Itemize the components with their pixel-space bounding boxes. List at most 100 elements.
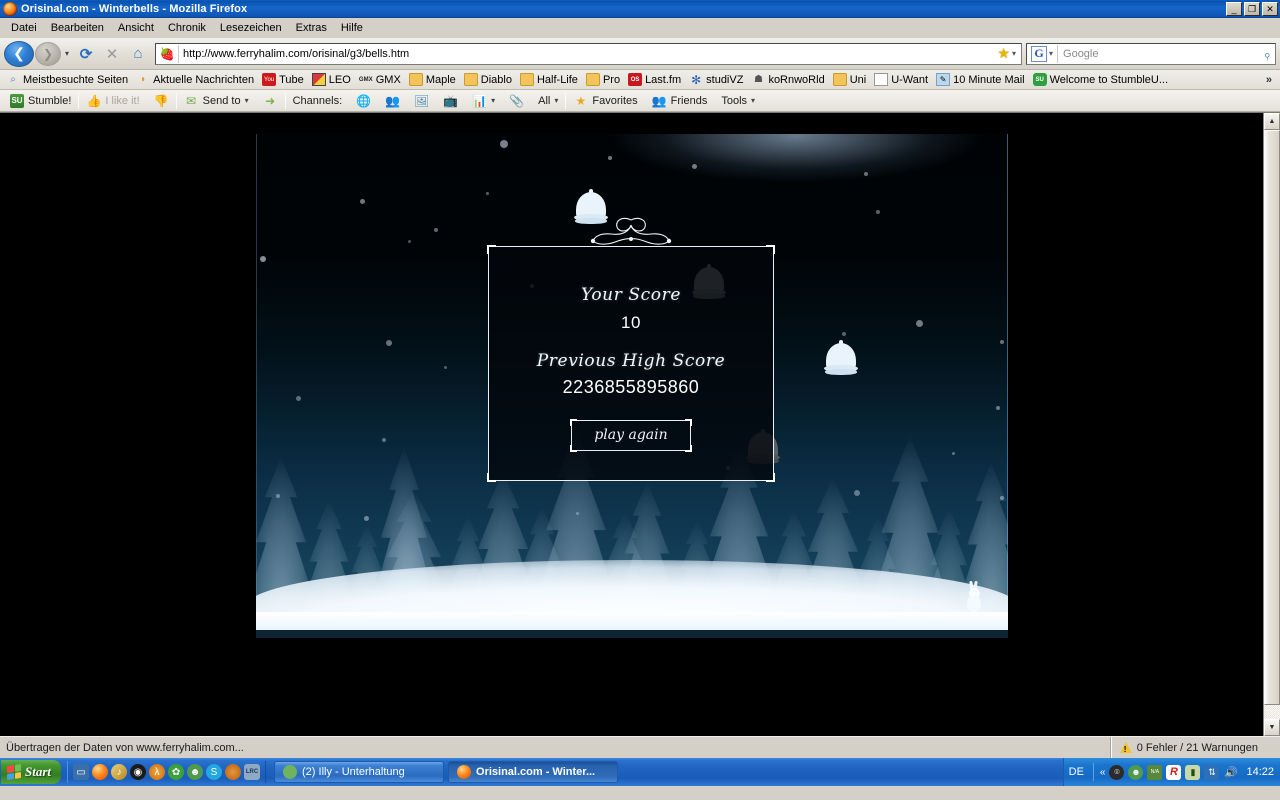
home-icon[interactable]: ⌂ <box>125 41 151 67</box>
network-na-icon[interactable]: N/A <box>1147 765 1162 780</box>
menu-item-hilfe[interactable]: Hilfe <box>334 20 370 36</box>
stumble-button[interactable]: SU Stumble! <box>3 94 78 108</box>
snowflake <box>408 240 411 243</box>
send-to-button[interactable]: ✉ Send to ▾ <box>177 93 256 108</box>
lrc-icon[interactable]: LRC <box>244 764 260 780</box>
winterbells-game-canvas[interactable]: Your Score 10 Previous High Score 223685… <box>256 134 1008 638</box>
bookmark-star-icon[interactable]: ★ <box>995 45 1012 62</box>
messenger-offline-icon[interactable]: ☻ <box>1128 765 1143 780</box>
firefox-icon[interactable] <box>92 764 108 780</box>
google-engine-icon[interactable]: G <box>1031 46 1047 62</box>
bookmark-welcome-stumbleupon[interactable]: SU Welcome to StumbleU... <box>1029 72 1172 87</box>
url-input[interactable]: http://www.ferryhalim.com/orisinal/g3/be… <box>183 48 995 60</box>
steam-icon[interactable]: ◉ <box>130 764 146 780</box>
icq-icon[interactable]: ✿ <box>168 764 184 780</box>
scrollbar-track[interactable] <box>1264 130 1280 719</box>
bookmark-pro[interactable]: Pro <box>582 72 624 87</box>
history-dropdown-icon[interactable]: ▾ <box>61 49 73 58</box>
search-engine-caret-icon[interactable]: ▾ <box>1049 49 1053 58</box>
forward-button[interactable]: ➜ <box>256 93 285 108</box>
menu-item-datei[interactable]: Datei <box>4 20 44 36</box>
chevron-down-icon[interactable]: ▾ <box>245 96 249 105</box>
headset-icon[interactable]: ⌾ <box>1109 765 1124 780</box>
language-indicator[interactable]: DE <box>1069 766 1087 778</box>
panel-corner-bottom-right <box>766 473 775 482</box>
vertical-scrollbar[interactable]: ▲ ▼ <box>1263 113 1280 736</box>
channel-photo-button[interactable]: 🖼 <box>407 93 436 108</box>
forward-button[interactable]: ❯ <box>35 42 61 66</box>
scroll-down-button[interactable]: ▼ <box>1264 719 1280 736</box>
taskbar-item-firefox[interactable]: Orisinal.com - Winter... <box>448 761 618 783</box>
show-desktop-icon[interactable]: ▭ <box>73 764 89 780</box>
channel-people-button[interactable]: 👥 <box>378 93 407 108</box>
channel-stats-button[interactable]: 📊 ▾ <box>465 93 502 108</box>
battery-icon[interactable]: ▮ <box>1185 765 1200 780</box>
chevron-down-icon[interactable]: ▾ <box>554 96 558 105</box>
search-input[interactable]: Google <box>1063 48 1263 60</box>
bookmark-aktuelle-nachrichten[interactable]: ◗ Aktuelle Nachrichten <box>132 72 258 87</box>
emule-icon[interactable] <box>225 764 241 780</box>
bookmark-kornworld[interactable]: ☗ koRnwoRld <box>747 72 828 87</box>
bookmark-maple[interactable]: Maple <box>405 72 460 87</box>
chevron-down-icon[interactable]: ▾ <box>751 96 755 105</box>
dislike-button[interactable]: 👎 <box>147 93 176 108</box>
channel-tv-button[interactable]: 📺 <box>436 93 465 108</box>
menu-item-chronik[interactable]: Chronik <box>161 20 213 36</box>
volume-icon[interactable]: 🔊 <box>1223 765 1238 780</box>
tray-expand-chevron-icon[interactable]: « <box>1100 767 1106 778</box>
bookmark-meistbesuchte-seiten[interactable]: ⌕ Meistbesuchte Seiten <box>2 72 132 87</box>
bookmark-diablo[interactable]: Diablo <box>460 72 516 87</box>
maximize-button[interactable]: ❐ <box>1244 2 1260 16</box>
bookmark-studivz[interactable]: ✻ studiVZ <box>685 72 747 87</box>
minimize-button[interactable]: _ <box>1226 2 1242 16</box>
stop-icon[interactable]: ✕ <box>99 41 125 67</box>
button-corner-top-left <box>570 419 577 426</box>
scrollbar-thumb[interactable] <box>1264 130 1280 705</box>
bookmark-half-life[interactable]: Half-Life <box>516 72 582 87</box>
antivir-icon[interactable]: R <box>1166 765 1181 780</box>
messenger-icon[interactable]: ☻ <box>187 764 203 780</box>
bookmark-10-minute-mail[interactable]: ✎ 10 Minute Mail <box>932 72 1029 87</box>
scroll-up-button[interactable]: ▲ <box>1264 113 1280 130</box>
reload-icon[interactable]: ⟳ <box>73 41 99 67</box>
url-bar[interactable]: 🍓 http://www.ferryhalim.com/orisinal/g3/… <box>155 43 1022 65</box>
window-title: Orisinal.com - Winterbells - Mozilla Fir… <box>21 3 247 15</box>
friends-icon: 👥 <box>652 93 667 108</box>
halflife-icon[interactable]: λ <box>149 764 165 780</box>
channel-globe-button[interactable]: 🌐 <box>349 93 378 108</box>
menu-item-bearbeiten[interactable]: Bearbeiten <box>44 20 111 36</box>
search-bar[interactable]: G ▾ Google ⌕ <box>1026 43 1276 65</box>
start-button[interactable]: Start <box>1 760 61 784</box>
url-dropdown-icon[interactable]: ▾ <box>1012 49 1019 58</box>
skype-icon[interactable]: S <box>206 764 222 780</box>
tray-clock[interactable]: 14:22 <box>1242 766 1274 778</box>
resize-grip[interactable] <box>1266 737 1280 758</box>
menu-item-extras[interactable]: Extras <box>289 20 334 36</box>
favorites-button[interactable]: ★ Favorites <box>566 93 644 108</box>
bookmark-uni[interactable]: Uni <box>829 72 871 87</box>
clip-button[interactable]: 📎 <box>502 93 531 108</box>
back-button[interactable]: ❮ <box>4 41 34 67</box>
close-button[interactable]: ✕ <box>1262 2 1278 16</box>
bookmark-u-want[interactable]: U-Want <box>870 72 932 87</box>
taskbar-item-msn[interactable]: (2) Illy - Unterhaltung <box>274 761 444 783</box>
menu-item-ansicht[interactable]: Ansicht <box>111 20 161 36</box>
winamp-icon[interactable]: ♪ <box>111 764 127 780</box>
i-like-it-button[interactable]: 👍 I like it! <box>79 93 146 108</box>
bookmark-leo[interactable]: LEO <box>308 72 355 87</box>
chevron-down-icon[interactable]: ▾ <box>491 96 495 105</box>
friends-button[interactable]: 👥 Friends <box>645 93 715 108</box>
bookmark-lastfm[interactable]: OS Last.fm <box>624 72 685 87</box>
bookmark-gmx[interactable]: GMX GMX <box>355 72 405 87</box>
bell-icon[interactable] <box>826 340 856 376</box>
play-again-button[interactable]: play again <box>571 420 690 451</box>
bookmarks-overflow-chevron-icon[interactable]: » <box>1260 74 1278 86</box>
network-icon[interactable]: ⇅ <box>1204 765 1219 780</box>
bookmark-tube[interactable]: You Tube <box>258 72 308 87</box>
bookmark-label: koRnwoRld <box>768 74 824 86</box>
quick-launch-bar: ▭ ♪ ◉ λ ✿ ☻ S LRC <box>67 761 266 783</box>
all-channels-button[interactable]: All ▾ <box>531 95 565 107</box>
menu-item-lesezeichen[interactable]: Lesezeichen <box>213 20 289 36</box>
error-console-indicator[interactable]: 0 Fehler / 21 Warnungen <box>1111 737 1266 758</box>
tools-button[interactable]: Tools ▾ <box>714 95 762 107</box>
